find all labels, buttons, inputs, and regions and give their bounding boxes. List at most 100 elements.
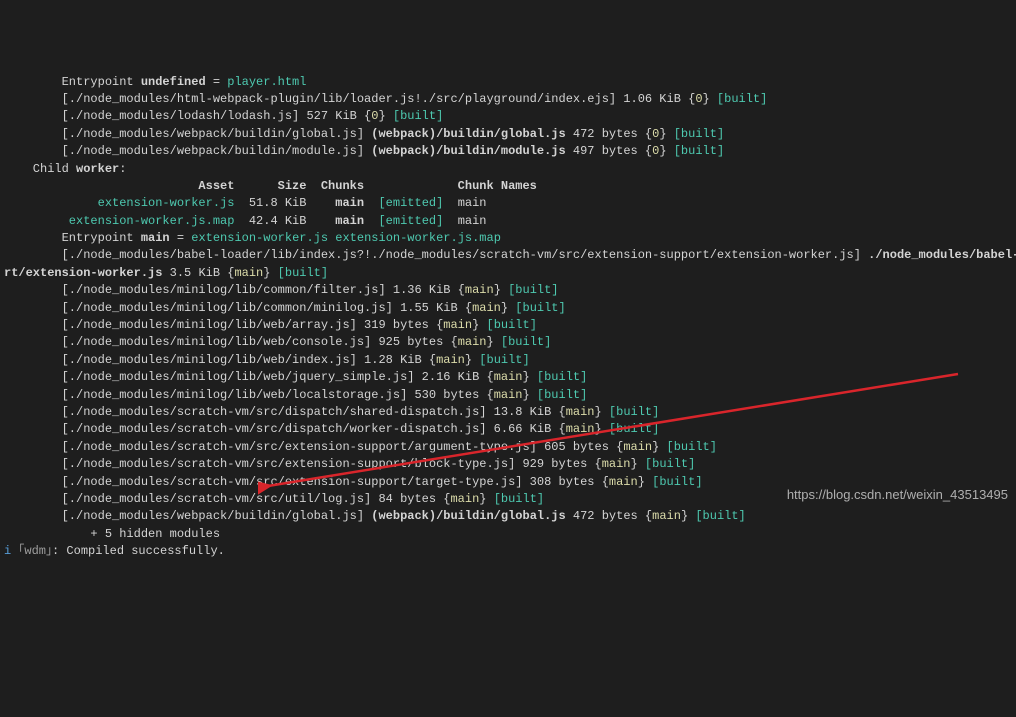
terminal-token: = <box>206 75 228 89</box>
terminal-token <box>364 196 378 210</box>
terminal-token: 472 bytes { <box>566 509 652 523</box>
terminal-token: Asset Size Chunks Chunk Names <box>4 179 537 193</box>
terminal-token: main <box>494 388 523 402</box>
terminal-token: main <box>458 335 487 349</box>
terminal-line: rt/extension-worker.js 3.5 KiB {main} [b… <box>4 265 1016 282</box>
terminal-token: rt/extension-worker.js <box>4 266 162 280</box>
terminal-token: [./node_modules/lodash/lodash.js] 527 Ki… <box>4 109 371 123</box>
terminal-token: [built] <box>537 370 587 384</box>
terminal-line: Entrypoint undefined = player.html <box>4 74 1016 91</box>
terminal-line: [./node_modules/scratch-vm/src/extension… <box>4 456 1016 473</box>
terminal-token: extension-worker.js.map <box>4 214 234 228</box>
terminal-line: [./node_modules/scratch-vm/src/dispatch/… <box>4 404 1016 421</box>
terminal-token: } <box>652 440 666 454</box>
terminal-token: ｢wdm｣ <box>11 544 52 558</box>
terminal-token: (webpack)/buildin/global.js <box>371 127 565 141</box>
terminal-token: main <box>234 266 263 280</box>
terminal-token: [built] <box>609 422 659 436</box>
terminal-token: [./node_modules/scratch-vm/src/dispatch/… <box>4 422 566 436</box>
terminal-token: } <box>263 266 277 280</box>
terminal-token: main <box>602 457 631 471</box>
terminal-token: player.html <box>227 75 306 89</box>
terminal-token: [built] <box>695 509 745 523</box>
terminal-token: } <box>378 109 392 123</box>
terminal-token: [emitted] <box>378 214 443 228</box>
terminal-line: [./node_modules/scratch-vm/src/dispatch/… <box>4 421 1016 438</box>
terminal-token: } <box>703 92 717 106</box>
terminal-token: main <box>141 231 170 245</box>
terminal-token: [built] <box>487 318 537 332</box>
terminal-line: [./node_modules/minilog/lib/web/localsto… <box>4 387 1016 404</box>
terminal-token: (webpack)/buildin/global.js <box>371 509 565 523</box>
terminal-token: [./node_modules/babel-loader/lib/index.j… <box>4 248 868 262</box>
terminal-token: Entrypoint <box>4 75 141 89</box>
terminal-token: ./node_modules/babel-l <box>868 248 1016 262</box>
terminal-token: [built] <box>515 301 565 315</box>
terminal-line: [./node_modules/scratch-vm/src/extension… <box>4 439 1016 456</box>
terminal-line: [./node_modules/minilog/lib/web/array.js… <box>4 317 1016 334</box>
terminal-token: [built] <box>278 266 328 280</box>
terminal-token: } <box>659 127 673 141</box>
terminal-token: main <box>566 422 595 436</box>
terminal-token: [built] <box>479 353 529 367</box>
terminal-line: Entrypoint main = extension-worker.js ex… <box>4 230 1016 247</box>
terminal-token: } <box>631 457 645 471</box>
terminal-token: [./node_modules/html-webpack-plugin/lib/… <box>4 92 695 106</box>
terminal-line: [./node_modules/babel-loader/lib/index.j… <box>4 247 1016 264</box>
terminal-token: [built] <box>508 283 558 297</box>
terminal-token: 472 bytes { <box>566 127 652 141</box>
terminal-line: [./node_modules/minilog/lib/common/filte… <box>4 282 1016 299</box>
terminal-token: } <box>472 318 486 332</box>
terminal-token: [./node_modules/scratch-vm/src/dispatch/… <box>4 405 566 419</box>
terminal-line: [./node_modules/minilog/lib/web/index.js… <box>4 352 1016 369</box>
terminal-token: [./node_modules/minilog/lib/common/minil… <box>4 301 472 315</box>
terminal-token: [./node_modules/scratch-vm/src/extension… <box>4 457 602 471</box>
terminal-line: [./node_modules/webpack/buildin/global.j… <box>4 508 1016 525</box>
terminal-token: : <box>119 162 126 176</box>
terminal-token: Child <box>4 162 76 176</box>
terminal-token: } <box>479 492 493 506</box>
terminal-token: extension-worker.js.map <box>335 231 501 245</box>
terminal-token: [built] <box>645 457 695 471</box>
terminal-token: main <box>443 214 486 228</box>
terminal-token: } <box>659 144 673 158</box>
terminal-line: [./node_modules/webpack/buildin/global.j… <box>4 126 1016 143</box>
terminal-line: [./node_modules/webpack/buildin/module.j… <box>4 143 1016 160</box>
terminal-token: 51.8 KiB <box>234 196 335 210</box>
terminal-token: [built] <box>609 405 659 419</box>
terminal-token: main <box>472 301 501 315</box>
terminal-token: [built] <box>501 335 551 349</box>
terminal-token: i <box>4 544 11 558</box>
terminal-token: main <box>623 440 652 454</box>
terminal-token: 497 bytes { <box>566 144 652 158</box>
terminal-token: [./node_modules/minilog/lib/web/localsto… <box>4 388 494 402</box>
terminal-token: [built] <box>674 144 724 158</box>
terminal-token: [built] <box>652 475 702 489</box>
terminal-token: } <box>595 422 609 436</box>
terminal-token: [./node_modules/webpack/buildin/module.j… <box>4 144 371 158</box>
terminal-token: [./node_modules/scratch-vm/src/extension… <box>4 440 623 454</box>
terminal-token: } <box>523 388 537 402</box>
terminal-token: [./node_modules/scratch-vm/src/util/log.… <box>4 492 450 506</box>
terminal-token: [./node_modules/scratch-vm/src/extension… <box>4 475 609 489</box>
terminal-token: } <box>465 353 479 367</box>
terminal-token: main <box>652 509 681 523</box>
terminal-token: [emitted] <box>378 196 443 210</box>
terminal-line: Asset Size Chunks Chunk Names <box>4 178 1016 195</box>
terminal-token: [built] <box>674 127 724 141</box>
terminal-line: [./node_modules/minilog/lib/common/minil… <box>4 300 1016 317</box>
terminal-token: main <box>566 405 595 419</box>
watermark: https://blog.csdn.net/weixin_43513495 <box>787 486 1008 505</box>
terminal-token: undefined <box>141 75 206 89</box>
terminal-token: extension-worker.js <box>191 231 328 245</box>
terminal-token <box>364 214 378 228</box>
terminal-token: main <box>450 492 479 506</box>
terminal-token: 42.4 KiB <box>234 214 335 228</box>
terminal-token: [./node_modules/webpack/buildin/global.j… <box>4 509 371 523</box>
terminal-token: } <box>638 475 652 489</box>
terminal-line: [./node_modules/minilog/lib/web/jquery_s… <box>4 369 1016 386</box>
terminal-line: [./node_modules/html-webpack-plugin/lib/… <box>4 91 1016 108</box>
terminal-token: [built] <box>393 109 443 123</box>
terminal-token: 3.5 KiB { <box>162 266 234 280</box>
terminal-token: [./node_modules/minilog/lib/web/jquery_s… <box>4 370 494 384</box>
